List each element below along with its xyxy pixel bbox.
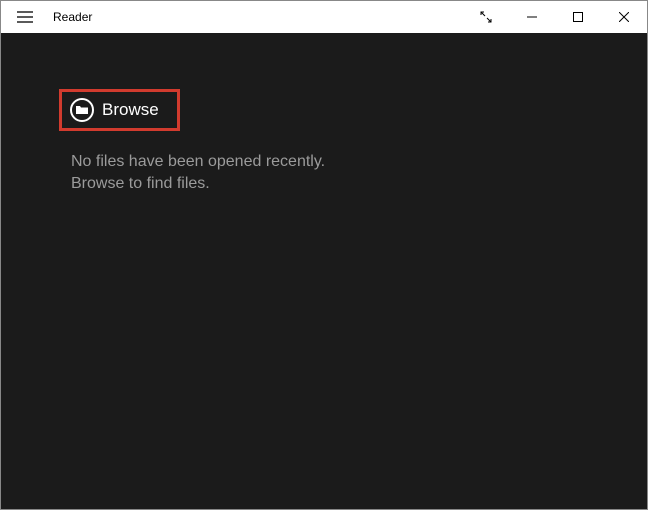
hamburger-menu-button[interactable] — [1, 1, 49, 33]
titlebar: Reader — [1, 1, 647, 33]
close-button[interactable] — [601, 1, 647, 33]
folder-icon — [76, 105, 88, 115]
empty-state-text: No files have been opened recently. Brow… — [71, 151, 325, 194]
content-area: Browse No files have been opened recentl… — [1, 33, 647, 509]
window-controls — [463, 1, 647, 33]
browse-label: Browse — [102, 100, 159, 120]
minimize-icon — [527, 12, 537, 22]
fullscreen-icon — [480, 11, 492, 23]
maximize-icon — [573, 12, 583, 22]
fullscreen-button[interactable] — [463, 1, 509, 33]
hamburger-icon — [17, 11, 33, 23]
browse-button[interactable]: Browse — [59, 89, 180, 131]
minimize-button[interactable] — [509, 1, 555, 33]
app-title: Reader — [53, 10, 92, 24]
titlebar-left: Reader — [1, 1, 92, 33]
empty-line-1: No files have been opened recently. — [71, 151, 325, 173]
empty-line-2: Browse to find files. — [71, 173, 325, 195]
close-icon — [619, 12, 629, 22]
browse-icon-circle — [70, 98, 94, 122]
maximize-button[interactable] — [555, 1, 601, 33]
